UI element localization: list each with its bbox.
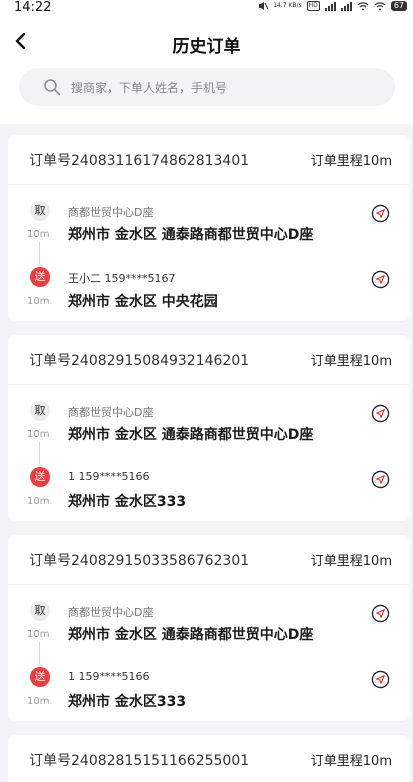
order-header: 订单号24082915033586762301 订单里程10m [8, 535, 410, 585]
pickup-address: 郑州市 金水区 通泰路商都世贸中心D座 [68, 227, 314, 243]
route-line [39, 442, 40, 464]
order-mileage: 订单里程10m [310, 354, 392, 369]
signal-icon-2 [340, 1, 352, 11]
pickup-name: 商都世贸中心D座 [68, 406, 154, 419]
dropoff-address: 郑州市 金水区 中央花园 [68, 294, 218, 310]
pickup-navigate-button[interactable] [370, 603, 390, 623]
order-card[interactable]: 订单号24082915033586762301 订单里程10m 取 10m 商都… [8, 535, 410, 721]
order-header: 订单号24082815151166255001 订单里程10m [8, 735, 410, 782]
dropoff-tag: 送 [30, 667, 50, 687]
order-card[interactable]: 订单号24082915084932146201 订单里程10m 取 10m 商都… [8, 335, 410, 521]
navigation-arrow-icon [371, 470, 389, 488]
search-icon [43, 78, 61, 96]
dropoff-contact: 王小二 159****5167 [68, 272, 176, 285]
order-route: 取 10m 商都世贸中心D座 郑州市 金水区 通泰路商都世贸中心D座 送 10m… [8, 385, 410, 521]
pickup-distance: 10m [27, 429, 50, 440]
dropoff-address: 郑州市 金水区333 [68, 494, 187, 510]
navigation-arrow-icon [371, 404, 389, 422]
pickup-tag: 取 [30, 201, 50, 221]
order-mileage: 订单里程10m [310, 554, 392, 569]
order-header: 订单号24083116174862813401 订单里程10m [8, 135, 410, 185]
status-time: 14:22 [14, 0, 52, 15]
order-number: 订单号24082915033586762301 [29, 552, 250, 569]
order-number: 订单号24083116174862813401 [29, 152, 250, 169]
status-bar: 14:22 14.7 KB/s HD 67 [0, 0, 413, 18]
wifi-icon [357, 2, 369, 11]
order-mileage: 订单里程10m [310, 754, 392, 769]
navigation-arrow-icon [371, 270, 389, 288]
battery-icon: 67 [390, 1, 407, 11]
order-route: 取 10m 商都世贸中心D座 郑州市 金水区 通泰路商都世贸中心D座 送 10m… [8, 585, 410, 721]
pickup-name: 商都世贸中心D座 [68, 606, 154, 619]
pickup-navigate-button[interactable] [370, 403, 390, 423]
status-icons: 14.7 KB/s HD 67 [258, 1, 407, 11]
hd-icon: HD [306, 1, 320, 11]
order-route: 取 10m 商都世贸中心D座 郑州市 金水区 通泰路商都世贸中心D座 送 10m… [8, 185, 410, 321]
dropoff-navigate-button[interactable] [370, 669, 390, 689]
page-title: 历史订单 [172, 37, 241, 57]
pickup-navigate-button[interactable] [370, 203, 390, 223]
dropoff-contact: 1 159****5166 [68, 470, 150, 483]
network-speed: 14.7 KB/s [273, 2, 302, 9]
search-input[interactable]: 搜商家，下单人姓名，手机号 [19, 68, 395, 106]
pickup-address: 郑州市 金水区 通泰路商都世贸中心D座 [68, 627, 314, 643]
order-card[interactable]: 订单号24082815151166255001 订单里程10m [8, 735, 410, 782]
order-number: 订单号24082815151166255001 [29, 752, 250, 769]
navigation-arrow-icon [371, 204, 389, 222]
order-header: 订单号24082915084932146201 订单里程10m [8, 335, 410, 385]
navigation-arrow-icon [371, 670, 389, 688]
pickup-address: 郑州市 金水区 通泰路商都世贸中心D座 [68, 427, 314, 443]
route-line [39, 642, 40, 664]
route-line [39, 242, 40, 264]
order-card[interactable]: 订单号24083116174862813401 订单里程10m 取 10m 商都… [8, 135, 410, 321]
dropoff-address: 郑州市 金水区333 [68, 694, 187, 710]
navigation-arrow-icon [371, 604, 389, 622]
pickup-distance: 10m [27, 629, 50, 640]
dropoff-navigate-button[interactable] [370, 469, 390, 489]
order-number: 订单号24082915084932146201 [29, 352, 250, 369]
signal-icon [324, 1, 336, 11]
search-section: 搜商家，下单人姓名，手机号 [0, 68, 413, 124]
dropoff-distance: 10m [27, 496, 50, 507]
mute-icon [259, 2, 269, 10]
nav-bar: 历史订单 [0, 18, 413, 68]
dropoff-tag: 送 [30, 467, 50, 487]
dropoff-tag: 送 [30, 267, 50, 287]
pickup-name: 商都世贸中心D座 [68, 206, 154, 219]
search-placeholder: 搜商家，下单人姓名，手机号 [71, 80, 228, 95]
dropoff-distance: 10m [27, 696, 50, 707]
pickup-tag: 取 [30, 401, 50, 421]
wifi-icon-2 [374, 2, 386, 11]
order-mileage: 订单里程10m [310, 154, 392, 169]
pickup-distance: 10m [27, 229, 50, 240]
dropoff-navigate-button[interactable] [370, 269, 390, 289]
dropoff-contact: 1 159****5166 [68, 670, 150, 683]
pickup-tag: 取 [30, 601, 50, 621]
dropoff-distance: 10m [27, 296, 50, 307]
